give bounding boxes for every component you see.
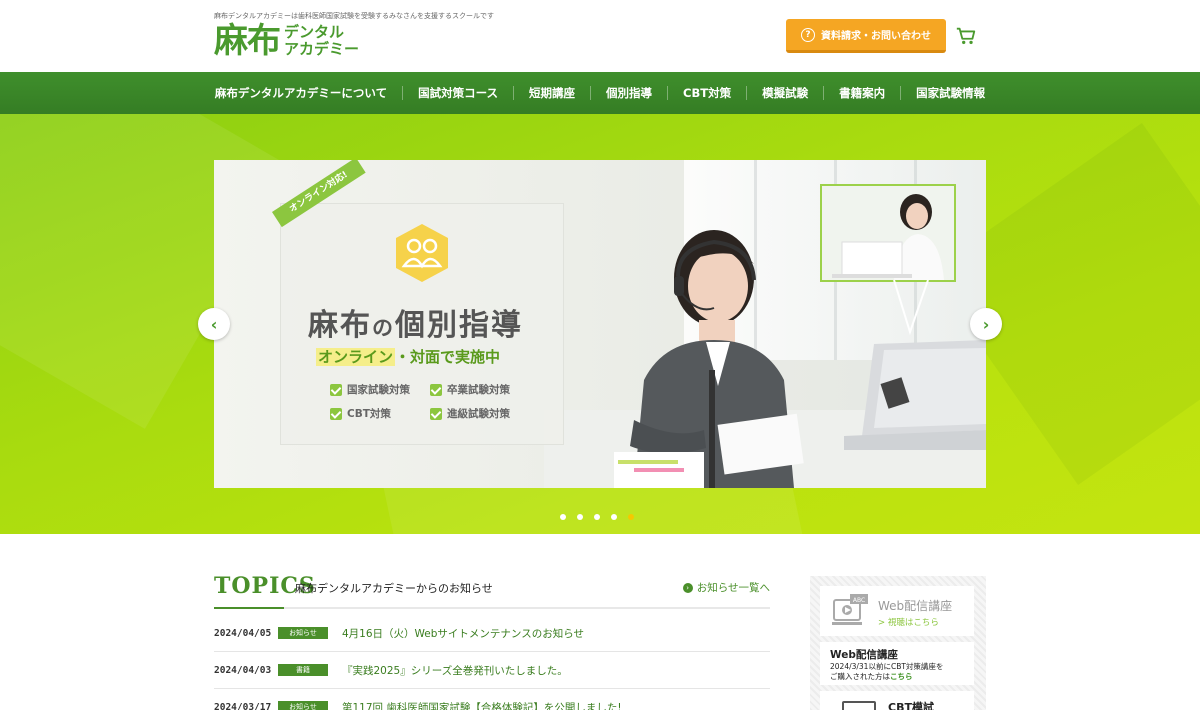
check-label: 卒業試験対策 (447, 384, 510, 396)
cbt-mock-title: CBT模試 (888, 701, 934, 710)
web-course-title: Web配信講座 (878, 599, 953, 613)
slide-title-1: 麻布 (308, 308, 372, 343)
tutor-photo (822, 186, 954, 280)
check-item: 卒業試験対策 (430, 382, 530, 397)
news-title[interactable]: 第117回 歯科医師国家試験【合格体験記】を公開しました! (342, 700, 622, 710)
slide-title: 麻布の個別指導 (308, 300, 523, 344)
carousel-dots (560, 514, 634, 520)
topics-underline (214, 607, 284, 609)
carousel-dot[interactable] (560, 514, 566, 520)
logo-kana: デンタル アカデミー (284, 24, 359, 58)
instructor-photo (614, 230, 804, 488)
news-date: 2024/03/17 (214, 701, 272, 710)
cbt-legacy-line2: ご購入された方はこちら (830, 672, 964, 682)
nav-item-private-lesson[interactable]: 個別指導 (590, 86, 667, 100)
carousel-dot[interactable] (577, 514, 583, 520)
feature-checklist: 国家試験対策 卒業試験対策 CBT対策 進級試験対策 (330, 382, 530, 421)
cbt-legacy-line2-text: ご購入された方は (830, 672, 890, 681)
nav-item-about[interactable]: 麻布デンタルアカデミーについて (200, 86, 402, 100)
question-icon: ? (801, 27, 815, 42)
check-label: CBT対策 (347, 408, 391, 420)
carousel-prev-button[interactable]: ‹ (198, 308, 230, 340)
site-logo[interactable]: 麻布 デンタル アカデミー (214, 22, 359, 60)
nav-item-books[interactable]: 書籍案内 (823, 86, 900, 100)
checkbox-icon (430, 383, 442, 396)
site-header: 麻布デンタルアカデミーは歯科医師国家試験を受験するみなさんを支援するスクールです… (0, 0, 1200, 72)
topics-more-link[interactable]: › お知らせ一覧へ (682, 580, 770, 595)
video-call-inset (820, 184, 956, 282)
check-item: CBT対策 (330, 406, 430, 421)
cbt-legacy-banner[interactable]: Web配信講座 2024/3/31以前にCBT対策講座を ご購入された方はこちら (820, 642, 974, 685)
monitor-icon (842, 701, 876, 710)
cbt-legacy-line1: 2024/3/31以前にCBT対策講座を (830, 662, 944, 671)
check-item: 進級試験対策 (430, 406, 530, 421)
inquiry-button[interactable]: ? 資料請求・お問い合わせ (786, 19, 946, 53)
topics-more-label: お知らせ一覧へ (696, 582, 770, 594)
people-icon (396, 224, 448, 282)
carousel-dot-active[interactable] (628, 514, 634, 520)
logo-kana-bottom: アカデミー (284, 40, 360, 58)
chevron-right-icon: › (682, 582, 693, 593)
checkbox-icon (330, 407, 342, 420)
news-title[interactable]: 『実践2025』シリーズ全巻発刊いたしました。 (342, 663, 568, 678)
cbt-legacy-link[interactable]: こちら (890, 672, 913, 681)
hero-slide[interactable]: オンライン対応! 麻布の個別指導 オンライン ・対面で実施中 国家試験対策 卒業試… (214, 160, 986, 488)
nav-item-mock-exam[interactable]: 模擬試験 (746, 86, 823, 100)
topics-subtitle: 麻布デンタルアカデミーからのお知らせ (295, 582, 493, 595)
topics-header: TOPICS 麻布デンタルアカデミーからのお知らせ › お知らせ一覧へ (214, 573, 770, 609)
slide-subtitle: オンライン ・対面で実施中 (316, 346, 500, 367)
slide-subtitle-rest: ・対面で実施中 (395, 348, 501, 366)
carousel-dot[interactable] (611, 514, 617, 520)
inquiry-button-label: 資料請求・お問い合わせ (821, 31, 931, 42)
news-list: 2024/04/05 お知らせ 4月16日（火）Webサイトメンテナンスのお知ら… (214, 615, 770, 710)
logo-kanji: 麻布 (214, 21, 281, 61)
news-item[interactable]: 2024/03/17 お知らせ 第117回 歯科医師国家試験【合格体験記】を公開… (214, 689, 770, 710)
cbt-legacy-title: Web配信講座 (830, 649, 898, 661)
abc-icon-text: ABC (853, 597, 865, 604)
nav-item-cbt[interactable]: CBT対策 (667, 86, 746, 100)
news-title[interactable]: 4月16日（火）Webサイトメンテナンスのお知らせ (342, 626, 584, 641)
check-item: 国家試験対策 (330, 382, 430, 397)
news-item[interactable]: 2024/04/05 お知らせ 4月16日（火）Webサイトメンテナンスのお知ら… (214, 615, 770, 652)
site-tagline: 麻布デンタルアカデミーは歯科医師国家試験を受験するみなさんを支援するスクールです (214, 12, 494, 20)
video-lesson-icon: ABC (832, 594, 868, 625)
slide-subtitle-highlight: オンライン (316, 348, 396, 366)
cart-icon[interactable] (955, 25, 977, 47)
cbt-mock-banner[interactable]: CBT模試 (820, 691, 974, 710)
web-course-link[interactable]: > 視聴はこちら (878, 616, 939, 628)
nav-item-exam-course[interactable]: 国試対策コース (402, 86, 513, 100)
check-label: 国家試験対策 (347, 384, 410, 396)
news-badge: お知らせ (278, 627, 328, 639)
news-date: 2024/04/03 (214, 664, 272, 676)
news-badge: お知らせ (278, 701, 328, 710)
web-course-banner[interactable]: ABC Web配信講座 > 視聴はこちら (820, 586, 974, 636)
nav-item-exam-info[interactable]: 国家試験情報 (900, 86, 1000, 100)
news-date: 2024/04/05 (214, 627, 272, 639)
news-item[interactable]: 2024/04/03 書籍 『実践2025』シリーズ全巻発刊いたしました。 (214, 652, 770, 689)
checkbox-icon (330, 383, 342, 396)
logo-kana-top: デンタル (284, 23, 345, 41)
carousel-next-button[interactable]: › (970, 308, 1002, 340)
checkbox-icon (430, 407, 442, 420)
main-nav: 麻布デンタルアカデミーについて 国試対策コース 短期講座 個別指導 CBT対策 … (0, 72, 1200, 114)
nav-item-short-course[interactable]: 短期講座 (513, 86, 590, 100)
check-label: 進級試験対策 (447, 408, 510, 420)
laptop (844, 340, 986, 450)
sidebar-banners: ABC Web配信講座 > 視聴はこちら Web配信講座 2024/3/31以前… (810, 576, 986, 710)
hero-carousel: オンライン対応! 麻布の個別指導 オンライン ・対面で実施中 国家試験対策 卒業試… (0, 114, 1200, 534)
slide-title-2: の (372, 316, 395, 340)
slide-title-3: 個別指導 (395, 308, 523, 343)
carousel-dot[interactable] (594, 514, 600, 520)
news-badge: 書籍 (278, 664, 328, 676)
